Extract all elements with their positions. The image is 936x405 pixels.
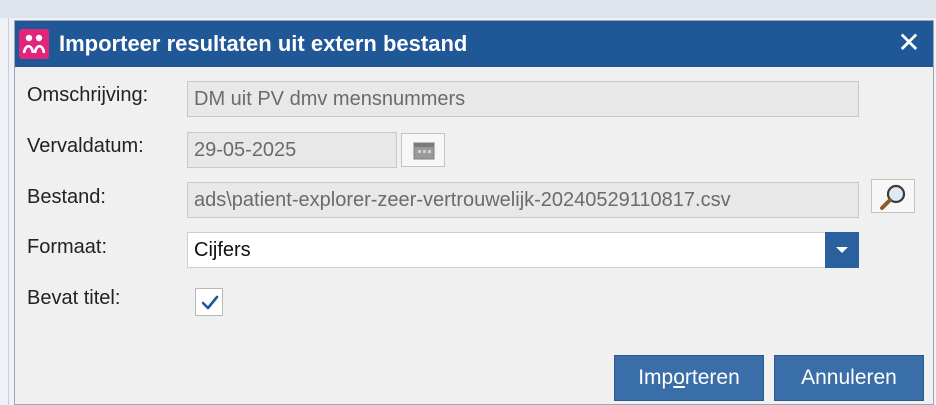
import-label-start: Imp — [638, 366, 674, 389]
date-picker-button[interactable] — [401, 133, 445, 167]
dialog-title: Importeer resultaten uit extern bestand — [59, 31, 468, 56]
format-label: Formaat: — [27, 236, 108, 258]
background-toolbar — [0, 0, 936, 18]
dialog-titlebar[interactable]: Importeer resultaten uit extern bestand … — [15, 21, 933, 67]
file-path-field[interactable]: ads\patient-explorer-zeer-vertrouwelijk-… — [187, 182, 859, 218]
has-title-label: Bevat titel: — [27, 287, 121, 309]
description-label: Omschrijving: — [27, 84, 149, 106]
background-divider — [8, 18, 9, 405]
close-icon: ✕ — [897, 27, 921, 58]
expiry-date-field[interactable]: 29-05-2025 — [187, 132, 397, 168]
expiry-date-label: Vervaldatum: — [27, 135, 144, 157]
calendar-icon — [413, 142, 435, 160]
file-label: Bestand: — [27, 186, 106, 208]
app-logo-icon — [19, 29, 49, 59]
import-accelerator: o — [673, 366, 685, 389]
description-field[interactable]: DM uit PV dmv mensnummers — [187, 81, 859, 117]
close-button[interactable]: ✕ — [893, 27, 925, 59]
import-button[interactable]: Importeren — [614, 355, 764, 401]
checkmark-icon — [201, 295, 219, 310]
import-dialog: Importeer resultaten uit extern bestand … — [14, 20, 934, 405]
browse-file-button[interactable] — [871, 179, 915, 213]
import-label-end: rteren — [684, 366, 740, 389]
has-title-checkbox[interactable] — [195, 288, 223, 316]
format-dropdown-button[interactable] — [825, 232, 859, 268]
cancel-button[interactable]: Annuleren — [774, 355, 924, 401]
format-select[interactable]: Cijfers — [187, 232, 827, 268]
search-icon — [880, 184, 906, 210]
chevron-down-icon — [836, 247, 848, 253]
